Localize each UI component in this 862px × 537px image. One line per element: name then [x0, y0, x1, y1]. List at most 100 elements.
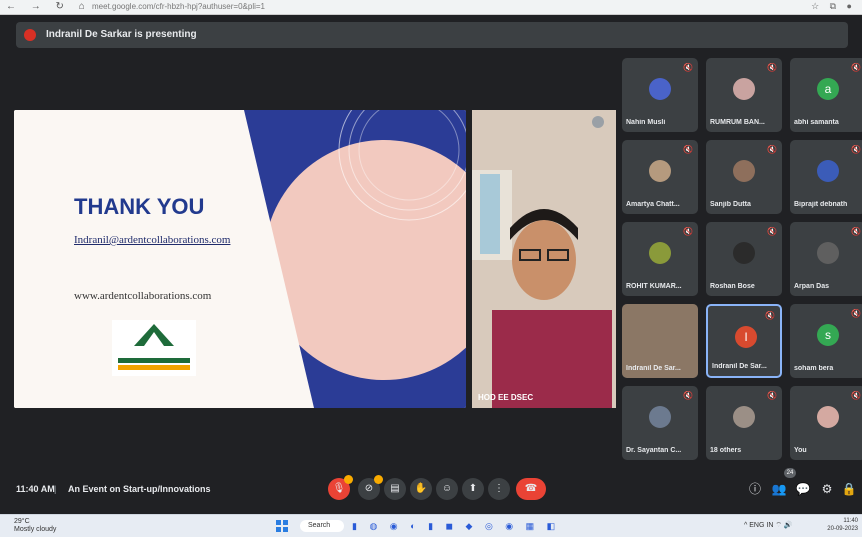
participant-avatar: s — [817, 324, 839, 346]
camera-warning-badge — [374, 475, 383, 484]
address-bar[interactable]: meet.google.com/cfr-hbzh-hpj?authuser=0&… — [92, 1, 692, 12]
browser-nav[interactable]: ← → ↻ ⌂ — [6, 0, 91, 13]
participant-name: RUMRUM BAN... — [710, 119, 765, 126]
wifi-icon[interactable]: ⌔ — [775, 522, 782, 529]
clock-date: 20-09-2023 — [827, 526, 858, 532]
participant-tile[interactable]: 🔇 Biprajit debnath — [790, 140, 862, 214]
participant-avatar — [733, 406, 755, 428]
meet-controls-bar: 11:40 AM | An Event on Start-up/Innovati… — [6, 468, 858, 512]
raise-hand-button[interactable]: ✋ — [410, 478, 432, 500]
mic-muted-icon: 🔇 — [683, 145, 693, 154]
participant-name: Roshan Bose — [710, 283, 755, 290]
mic-off-button[interactable]: 🎙 — [328, 475, 353, 500]
meet-window: Indranil De Sarkar is presenting THANK Y… — [6, 16, 862, 512]
presenter-video[interactable]: HOD EE DSEC — [472, 110, 616, 408]
people-count: 24 — [784, 468, 796, 478]
participant-tile[interactable]: 🔇 Dr. Sayantan C... — [622, 386, 698, 460]
weather-widget[interactable]: 29°C Mostly cloudy — [14, 518, 56, 534]
participant-tile[interactable]: 🔇 You — [790, 386, 862, 460]
windows-taskbar: 29°C Mostly cloudy Search ▮ ◍ ◉ ◐ ▮ ◼ ◆ … — [0, 514, 862, 537]
browser-toolbar: ← → ↻ ⌂ meet.google.com/cfr-hbzh-hpj?aut… — [0, 0, 862, 15]
participant-tile[interactable]: 🔇 RUMRUM BAN... — [706, 58, 782, 132]
presenting-icon — [24, 29, 36, 41]
mic-muted-icon: 🔇 — [683, 227, 693, 236]
participant-name: Sanjib Dutta — [710, 201, 751, 208]
presenter-image — [472, 110, 616, 408]
activities-icon[interactable]: ⚙ — [818, 478, 836, 500]
clock-time: 11:40 — [843, 518, 858, 524]
participant-name: Amartya Chatt... — [626, 201, 680, 208]
presenting-text: Indranil De Sarkar is presenting — [46, 29, 197, 40]
windows-start-icon[interactable] — [276, 520, 288, 532]
participant-avatar — [733, 78, 755, 100]
more-options-button[interactable]: ⋮ — [488, 478, 510, 500]
participant-name: 18 others — [710, 447, 742, 454]
browser-actions[interactable]: ☆ ⧉ ● — [811, 0, 856, 13]
weather-temp: 29°C — [14, 518, 30, 525]
ardent-logo-graphic — [118, 324, 190, 370]
host-controls-icon[interactable]: 🔒 — [840, 478, 858, 500]
presenting-banner: Indranil De Sarkar is presenting — [16, 22, 848, 48]
ardent-logo — [112, 320, 196, 376]
people-icon[interactable]: 👥 — [770, 478, 788, 500]
time-separator: | — [54, 484, 57, 494]
participant-avatar — [817, 242, 839, 264]
participant-name: Dr. Sayantan C... — [626, 447, 682, 454]
participant-tile[interactable]: 🔇 Arpan Das — [790, 222, 862, 296]
participant-avatar — [649, 78, 671, 100]
mic-muted-icon: 🔇 — [683, 63, 693, 72]
slide-decoration — [14, 110, 466, 408]
shared-slide: THANK YOU Indranil@ardentcollaborations.… — [14, 110, 466, 408]
participant-name: ROHIT KUMAR... — [626, 283, 682, 290]
weather-desc: Mostly cloudy — [14, 526, 57, 533]
participant-name: Indranil De Sar... — [626, 365, 681, 372]
participant-avatar: a — [817, 78, 839, 100]
chat-icon[interactable]: 💬 — [794, 478, 812, 500]
lang-indicator[interactable]: ENG — [749, 522, 764, 529]
reactions-button[interactable]: ☺ — [436, 478, 458, 500]
mic-muted-icon: 🔇 — [851, 63, 861, 72]
mic-muted-icon: 🔇 — [767, 391, 777, 400]
participant-tile[interactable]: 🔇 Sanjib Dutta — [706, 140, 782, 214]
participant-tile[interactable]: 🔇 Roshan Bose — [706, 222, 782, 296]
mic-muted-icon: 🔇 — [851, 391, 861, 400]
lang-sub: IN — [766, 522, 774, 529]
participant-tile[interactable]: 🔇Indranil De Sar... — [622, 304, 698, 378]
mic-muted-icon: 🔇 — [765, 311, 775, 320]
participant-name: soham bera — [794, 365, 834, 372]
present-button[interactable]: ⬆ — [462, 478, 484, 500]
taskbar-apps[interactable]: ▮ ◍ ◉ ◐ ▮ ◼ ◆ ◎ ◉ ▦ ◧ — [352, 519, 560, 533]
participant-name: Biprajit debnath — [794, 201, 848, 208]
camera-off-button[interactable]: ⊘ — [358, 475, 383, 500]
volume-icon[interactable]: 🔊 — [784, 522, 793, 529]
slide-email: Indranil@ardentcollaborations.com — [74, 234, 231, 246]
mic-warning-badge — [344, 475, 353, 484]
taskbar-search[interactable]: Search — [300, 520, 344, 532]
participant-tile[interactable]: 🔇 Amartya Chatt... — [622, 140, 698, 214]
mic-muted-icon: 🔇 — [767, 227, 777, 236]
participant-tile[interactable]: 🔇 18 others — [706, 386, 782, 460]
meeting-title: An Event on Start-up/Innovations — [68, 484, 211, 494]
participant-avatar: I — [735, 326, 757, 348]
participant-tile[interactable]: 🔇 s soham bera — [790, 304, 862, 378]
presenter-name: HOD EE DSEC — [478, 393, 534, 402]
captions-button[interactable]: ▤ — [384, 478, 406, 500]
participant-tile[interactable]: 🔇 a abhi samanta — [790, 58, 862, 132]
mic-muted-icon: 🔇 — [767, 145, 777, 154]
info-icon[interactable]: ⓘ — [746, 478, 764, 500]
mic-muted-icon: 🔇 — [683, 391, 693, 400]
mic-muted-icon: 🔇 — [851, 145, 861, 154]
taskbar-clock[interactable]: 11:40 20-09-2023 — [827, 517, 858, 533]
participant-tile[interactable]: 🔇 I Indranil De Sar... — [706, 304, 782, 378]
avatar-letter: a — [824, 82, 832, 96]
participant-tile[interactable]: 🔇 ROHIT KUMAR... — [622, 222, 698, 296]
avatar-letter: I — [744, 330, 748, 344]
mic-muted-icon: 🔇 — [851, 309, 861, 318]
tray-chevron-icon[interactable]: ^ — [744, 522, 747, 529]
system-tray[interactable]: ^ ENG IN ⌔ 🔊 — [744, 519, 793, 533]
participant-avatar — [649, 406, 671, 428]
participant-avatar — [733, 242, 755, 264]
participant-tile[interactable]: 🔇 Nahin Musli — [622, 58, 698, 132]
participant-avatar — [649, 242, 671, 264]
leave-call-button[interactable]: ☎ — [516, 478, 546, 500]
